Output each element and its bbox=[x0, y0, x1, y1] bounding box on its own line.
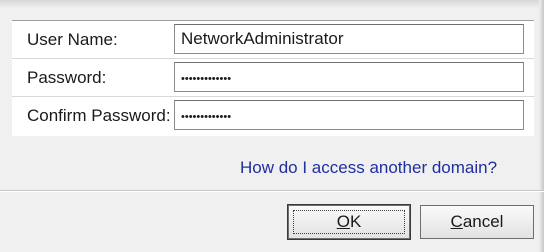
button-separator bbox=[0, 190, 544, 192]
username-row: User Name: bbox=[12, 21, 534, 59]
ok-button[interactable]: OK bbox=[287, 204, 411, 240]
focus-ring bbox=[293, 210, 405, 234]
top-edge bbox=[0, 0, 544, 8]
password-row: Password: bbox=[12, 59, 534, 97]
cancel-button[interactable]: Cancel bbox=[420, 205, 534, 239]
credentials-panel: User Name: Password: Confirm Password: bbox=[12, 20, 534, 136]
confirm-password-input[interactable] bbox=[174, 100, 524, 130]
password-input[interactable] bbox=[174, 62, 524, 92]
cancel-mnemonic: C bbox=[450, 212, 463, 231]
confirm-password-row: Confirm Password: bbox=[12, 97, 534, 135]
right-edge bbox=[539, 0, 544, 252]
credentials-dialog: User Name: Password: Confirm Password: H… bbox=[0, 0, 544, 252]
password-label: Password: bbox=[27, 68, 107, 87]
confirm-password-label: Confirm Password: bbox=[27, 106, 171, 125]
access-domain-help-link[interactable]: How do I access another domain? bbox=[240, 158, 497, 178]
username-label: User Name: bbox=[27, 30, 118, 49]
cancel-label-rest: ancel bbox=[462, 212, 504, 231]
username-input[interactable] bbox=[174, 24, 524, 54]
